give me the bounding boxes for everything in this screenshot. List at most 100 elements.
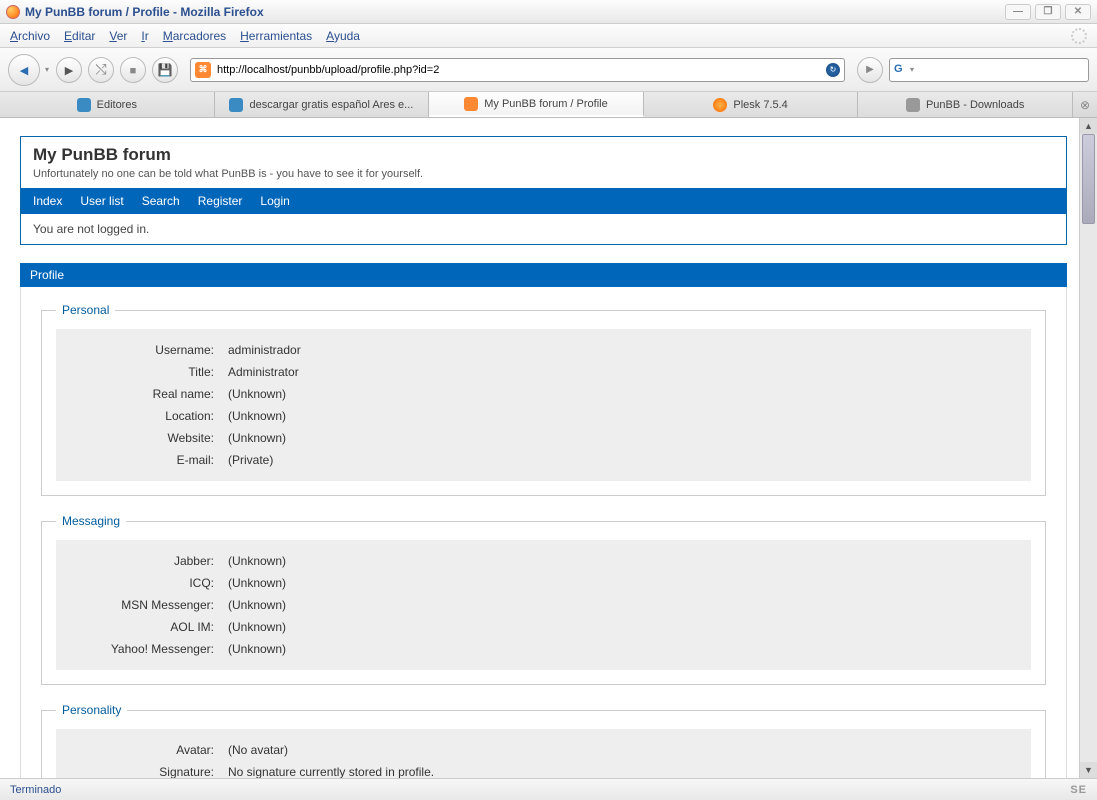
menu-ir[interactable]: Ir (141, 29, 148, 43)
history-dropdown-icon[interactable]: ▾ (45, 65, 49, 74)
status-text: Terminado (10, 784, 61, 796)
tab-label: Plesk 7.5.4 (733, 99, 787, 111)
label-website: Website (68, 431, 218, 445)
shuffle-icon (95, 61, 106, 78)
search-bar[interactable]: G ▾ (889, 58, 1089, 82)
back-button[interactable]: ▾ (8, 54, 40, 86)
window-title: My PunBB forum / Profile - Mozilla Firef… (25, 5, 264, 19)
scroll-down-icon[interactable]: ▼ (1080, 762, 1097, 778)
label-title: Title (68, 365, 218, 379)
label-yahoo: Yahoo! Messenger (68, 642, 218, 656)
content-viewport: My PunBB forum Unfortunately no one can … (0, 118, 1097, 778)
nav-register[interactable]: Register (198, 194, 243, 208)
page-content: My PunBB forum Unfortunately no one can … (0, 118, 1079, 778)
close-button[interactable]: ✕ (1065, 4, 1091, 20)
url-input[interactable] (217, 64, 826, 76)
tab-favicon-icon (77, 98, 91, 112)
save-icon (158, 63, 173, 77)
menu-ayuda[interactable]: Ayuda (326, 29, 360, 43)
legend-personality: Personality (56, 703, 127, 717)
label-icq: ICQ (68, 576, 218, 590)
shuffle-button[interactable] (88, 57, 114, 83)
nav-userlist[interactable]: User list (80, 194, 123, 208)
window-titlebar: My PunBB forum / Profile - Mozilla Firef… (0, 0, 1097, 24)
forum-tagline: Unfortunately no one can be told what Pu… (33, 168, 1054, 180)
status-right: SE (1070, 784, 1087, 796)
tab-favicon-icon (713, 98, 727, 112)
stop-icon (130, 63, 137, 77)
nav-index[interactable]: Index (33, 194, 62, 208)
legend-messaging: Messaging (56, 514, 126, 528)
forum-header-box: My PunBB forum Unfortunately no one can … (20, 136, 1067, 245)
menu-herramientas[interactable]: Herramientas (240, 29, 312, 43)
fieldset-personal: Personal Usernameadministrador TitleAdmi… (41, 303, 1046, 496)
value-yahoo: (Unknown) (218, 642, 1019, 656)
site-favicon-icon: ⌘ (195, 62, 211, 78)
value-aol: (Unknown) (218, 620, 1019, 634)
nav-login[interactable]: Login (260, 194, 289, 208)
navigation-toolbar: ▾ ⌘ ↻ G ▾ (0, 48, 1097, 92)
value-title: Administrator (218, 365, 1019, 379)
arrow-right-icon (65, 63, 73, 77)
forum-title: My PunBB forum (33, 145, 1054, 165)
close-tab-button[interactable]: ⊗ (1073, 92, 1097, 117)
fieldset-messaging: Messaging Jabber(Unknown) ICQ(Unknown) M… (41, 514, 1046, 685)
tab-punbb-profile[interactable]: My PunBB forum / Profile (429, 92, 644, 117)
forward-button[interactable] (56, 57, 82, 83)
tab-plesk[interactable]: Plesk 7.5.4 (644, 92, 859, 117)
minimize-button[interactable]: — (1005, 4, 1031, 20)
value-signature: No signature currently stored in profile… (218, 765, 1019, 778)
menu-marcadores[interactable]: Marcadores (163, 29, 226, 43)
tab-favicon-icon (229, 98, 243, 112)
label-realname: Real name (68, 387, 218, 401)
play-button[interactable] (857, 57, 883, 83)
value-jabber: (Unknown) (218, 554, 1019, 568)
label-msn: MSN Messenger (68, 598, 218, 612)
nav-search[interactable]: Search (142, 194, 180, 208)
firefox-icon (6, 5, 20, 19)
value-username: administrador (218, 343, 1019, 357)
status-bar: Terminado SE (0, 778, 1097, 800)
fieldset-personality: Personality Avatar(No avatar) SignatureN… (41, 703, 1046, 778)
vertical-scrollbar[interactable]: ▲ ▼ (1079, 118, 1097, 778)
value-msn: (Unknown) (218, 598, 1019, 612)
maximize-button[interactable]: ❐ (1035, 4, 1061, 20)
tab-editores[interactable]: Editores (0, 92, 215, 117)
menu-bar: Archivo Editar Ver Ir Marcadores Herrami… (0, 24, 1097, 48)
login-status: You are not logged in. (21, 214, 1066, 244)
tab-label: My PunBB forum / Profile (484, 98, 608, 110)
search-engine-dropdown-icon[interactable]: ▾ (910, 65, 914, 74)
menu-ver[interactable]: Ver (109, 29, 127, 43)
scroll-up-icon[interactable]: ▲ (1080, 118, 1097, 134)
legend-personal: Personal (56, 303, 115, 317)
tab-ares[interactable]: descargar gratis español Ares e... (215, 92, 430, 117)
tab-bar: Editores descargar gratis español Ares e… (0, 92, 1097, 118)
tab-punbb-downloads[interactable]: PunBB - Downloads (858, 92, 1073, 117)
label-email: E-mail (68, 453, 218, 467)
tab-label: PunBB - Downloads (926, 99, 1024, 111)
tab-favicon-icon (906, 98, 920, 112)
go-icon[interactable]: ↻ (826, 63, 840, 77)
menu-archivo[interactable]: Archivo (10, 29, 50, 43)
label-signature: Signature (68, 765, 218, 778)
scrollbar-thumb[interactable] (1082, 134, 1095, 224)
tab-label: descargar gratis español Ares e... (249, 99, 413, 111)
search-input[interactable] (918, 64, 1084, 76)
profile-heading: Profile (20, 263, 1067, 287)
label-jabber: Jabber (68, 554, 218, 568)
throbber-icon (1071, 28, 1087, 44)
arrow-left-icon (20, 63, 28, 77)
value-website: (Unknown) (218, 431, 1019, 445)
label-username: Username (68, 343, 218, 357)
label-avatar: Avatar (68, 743, 218, 757)
label-location: Location (68, 409, 218, 423)
url-bar[interactable]: ⌘ ↻ (190, 58, 845, 82)
forum-nav: Index User list Search Register Login (21, 188, 1066, 214)
value-realname: (Unknown) (218, 387, 1019, 401)
stop-button[interactable] (120, 57, 146, 83)
tab-favicon-icon (464, 97, 478, 111)
value-icq: (Unknown) (218, 576, 1019, 590)
save-button[interactable] (152, 57, 178, 83)
menu-editar[interactable]: Editar (64, 29, 95, 43)
profile-body: Personal Usernameadministrador TitleAdmi… (20, 287, 1067, 778)
